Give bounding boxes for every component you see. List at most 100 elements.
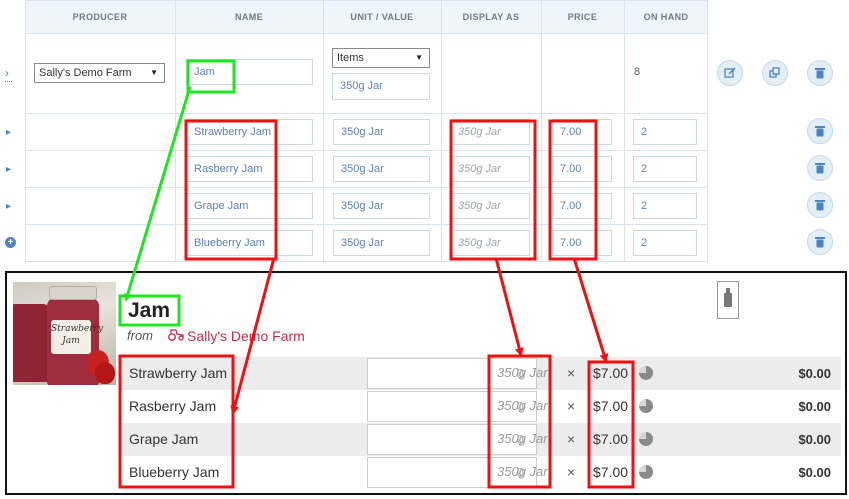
product-name-input[interactable]: Jam: [186, 59, 313, 85]
variant-price-input[interactable]: 7.00: [552, 156, 612, 182]
divider: [25, 187, 708, 188]
tractor-icon: [168, 329, 184, 341]
variant-unit-input[interactable]: 350g Jar: [333, 156, 430, 182]
variant-on-hand-input[interactable]: 2: [633, 193, 697, 219]
product-image[interactable]: Strawberry Jam: [13, 282, 116, 385]
variant-price: $7.00: [593, 365, 629, 381]
variant-name-input[interactable]: Strawberry Jam: [186, 119, 313, 145]
variant-row: Strawberry Jam 0 350g Jar × $7.00 $0.00: [121, 357, 841, 390]
shop-product-preview: Strawberry Jam Jam from Sally's Demo Far…: [5, 271, 847, 495]
delete-variant-button[interactable]: [807, 192, 833, 218]
divider: [175, 0, 176, 262]
variant-display-input[interactable]: 350g Jar: [450, 193, 530, 219]
variant-price-input[interactable]: 7.00: [552, 230, 612, 256]
chevron-down-icon: ▼: [415, 53, 423, 62]
trash-icon: [815, 163, 825, 174]
variant-display-input[interactable]: 350g Jar: [450, 119, 530, 145]
bookmark-icon[interactable]: [717, 281, 739, 319]
jar-shape: [13, 304, 51, 382]
variant-on-hand-input[interactable]: 2: [633, 156, 697, 182]
plus-circle-icon[interactable]: +: [5, 237, 16, 248]
divider: [624, 0, 625, 262]
price-breakdown-icon[interactable]: [639, 366, 653, 380]
strawberry-shape: [95, 362, 115, 384]
variant-price-input[interactable]: 7.00: [552, 193, 612, 219]
times-symbol: ×: [567, 365, 576, 381]
chevron-down-icon: ▼: [150, 68, 158, 77]
product-title: Jam: [128, 299, 171, 322]
trash-icon: [815, 200, 825, 211]
chevron-right-icon[interactable]: ▸: [6, 201, 11, 212]
variant-row: Grape Jam 0 350g Jar × $7.00 $0.00: [121, 423, 841, 456]
edit-icon: [724, 67, 736, 78]
divider: [25, 224, 708, 225]
price-breakdown-icon[interactable]: [639, 399, 653, 413]
unit-type-value: Items: [337, 52, 364, 64]
unit-value-input[interactable]: 350g Jar: [332, 73, 430, 100]
variant-row: Blueberry Jam 0 350g Jar × $7.00 $0.00: [121, 456, 841, 489]
variant-total: $0.00: [798, 465, 831, 480]
variant-unit-input[interactable]: 350g Jar: [333, 193, 430, 219]
jar-lid: [49, 286, 97, 300]
trash-icon: [815, 68, 825, 79]
divider: [25, 261, 708, 262]
variant-name: Blueberry Jam: [129, 464, 220, 480]
variant-on-hand-input[interactable]: 2: [633, 230, 697, 256]
variant-name: Rasberry Jam: [129, 398, 217, 414]
producer-link[interactable]: Sally's Demo Farm: [187, 328, 305, 344]
chevron-right-icon[interactable]: ▸: [6, 164, 11, 175]
bottle-icon: [724, 288, 732, 307]
variant-price: $7.00: [593, 464, 629, 480]
variant-price: $7.00: [593, 431, 629, 447]
delete-variant-button[interactable]: [807, 155, 833, 181]
divider: [25, 150, 708, 151]
clone-button[interactable]: [762, 60, 788, 86]
divider: [25, 0, 26, 262]
header-unit-value: UNIT / VALUE: [350, 12, 414, 22]
divider: [441, 0, 442, 262]
chevron-right-icon[interactable]: ›: [5, 66, 9, 80]
variant-name: Strawberry Jam: [129, 365, 228, 381]
expander-underline: [5, 81, 12, 82]
header-producer: PRODUCER: [72, 12, 128, 22]
clone-icon: [769, 67, 780, 78]
edit-button[interactable]: [717, 60, 743, 86]
divider: [323, 0, 324, 262]
price-breakdown-icon[interactable]: [639, 432, 653, 446]
times-symbol: ×: [567, 464, 576, 480]
delete-variant-button[interactable]: [807, 118, 833, 144]
variant-unit-input[interactable]: 350g Jar: [333, 230, 430, 256]
producer-select[interactable]: Sally's Demo Farm ▼: [34, 63, 165, 83]
variant-name-input[interactable]: Rasberry Jam: [186, 156, 313, 182]
variant-row: Rasberry Jam 0 350g Jar × $7.00 $0.00: [121, 390, 841, 423]
unit-type-select[interactable]: Items ▼: [332, 48, 430, 68]
variant-display: 350g Jar: [497, 398, 548, 413]
divider: [25, 113, 708, 114]
variant-total: $0.00: [798, 366, 831, 381]
divider: [541, 0, 542, 262]
variant-price-input[interactable]: 7.00: [552, 119, 612, 145]
variant-display-input[interactable]: 350g Jar: [450, 156, 530, 182]
variant-on-hand-input[interactable]: 2: [633, 119, 697, 145]
variant-name: Grape Jam: [129, 431, 199, 447]
variant-display-input[interactable]: 350g Jar: [450, 230, 530, 256]
variant-unit-input[interactable]: 350g Jar: [333, 119, 430, 145]
jar-label: Strawberry Jam: [51, 320, 103, 354]
delete-variant-button[interactable]: [807, 229, 833, 255]
variant-total: $0.00: [798, 399, 831, 414]
price-breakdown-icon[interactable]: [639, 465, 653, 479]
product-variants-table: PRODUCER NAME UNIT / VALUE DISPLAY AS PR…: [25, 0, 708, 262]
divider: [707, 0, 708, 262]
trash-icon: [815, 126, 825, 137]
variant-name-input[interactable]: Grape Jam: [186, 193, 313, 219]
variant-price: $7.00: [593, 398, 629, 414]
header-name: NAME: [234, 12, 264, 22]
delete-product-button[interactable]: [807, 60, 833, 86]
header-on-hand: ON HAND: [643, 12, 689, 22]
variant-display: 350g Jar: [497, 431, 548, 446]
from-label: from: [127, 328, 153, 343]
variant-total: $0.00: [798, 432, 831, 447]
chevron-right-icon[interactable]: ▸: [6, 127, 11, 138]
variant-name-input[interactable]: Blueberry Jam: [186, 230, 313, 256]
times-symbol: ×: [567, 431, 576, 447]
